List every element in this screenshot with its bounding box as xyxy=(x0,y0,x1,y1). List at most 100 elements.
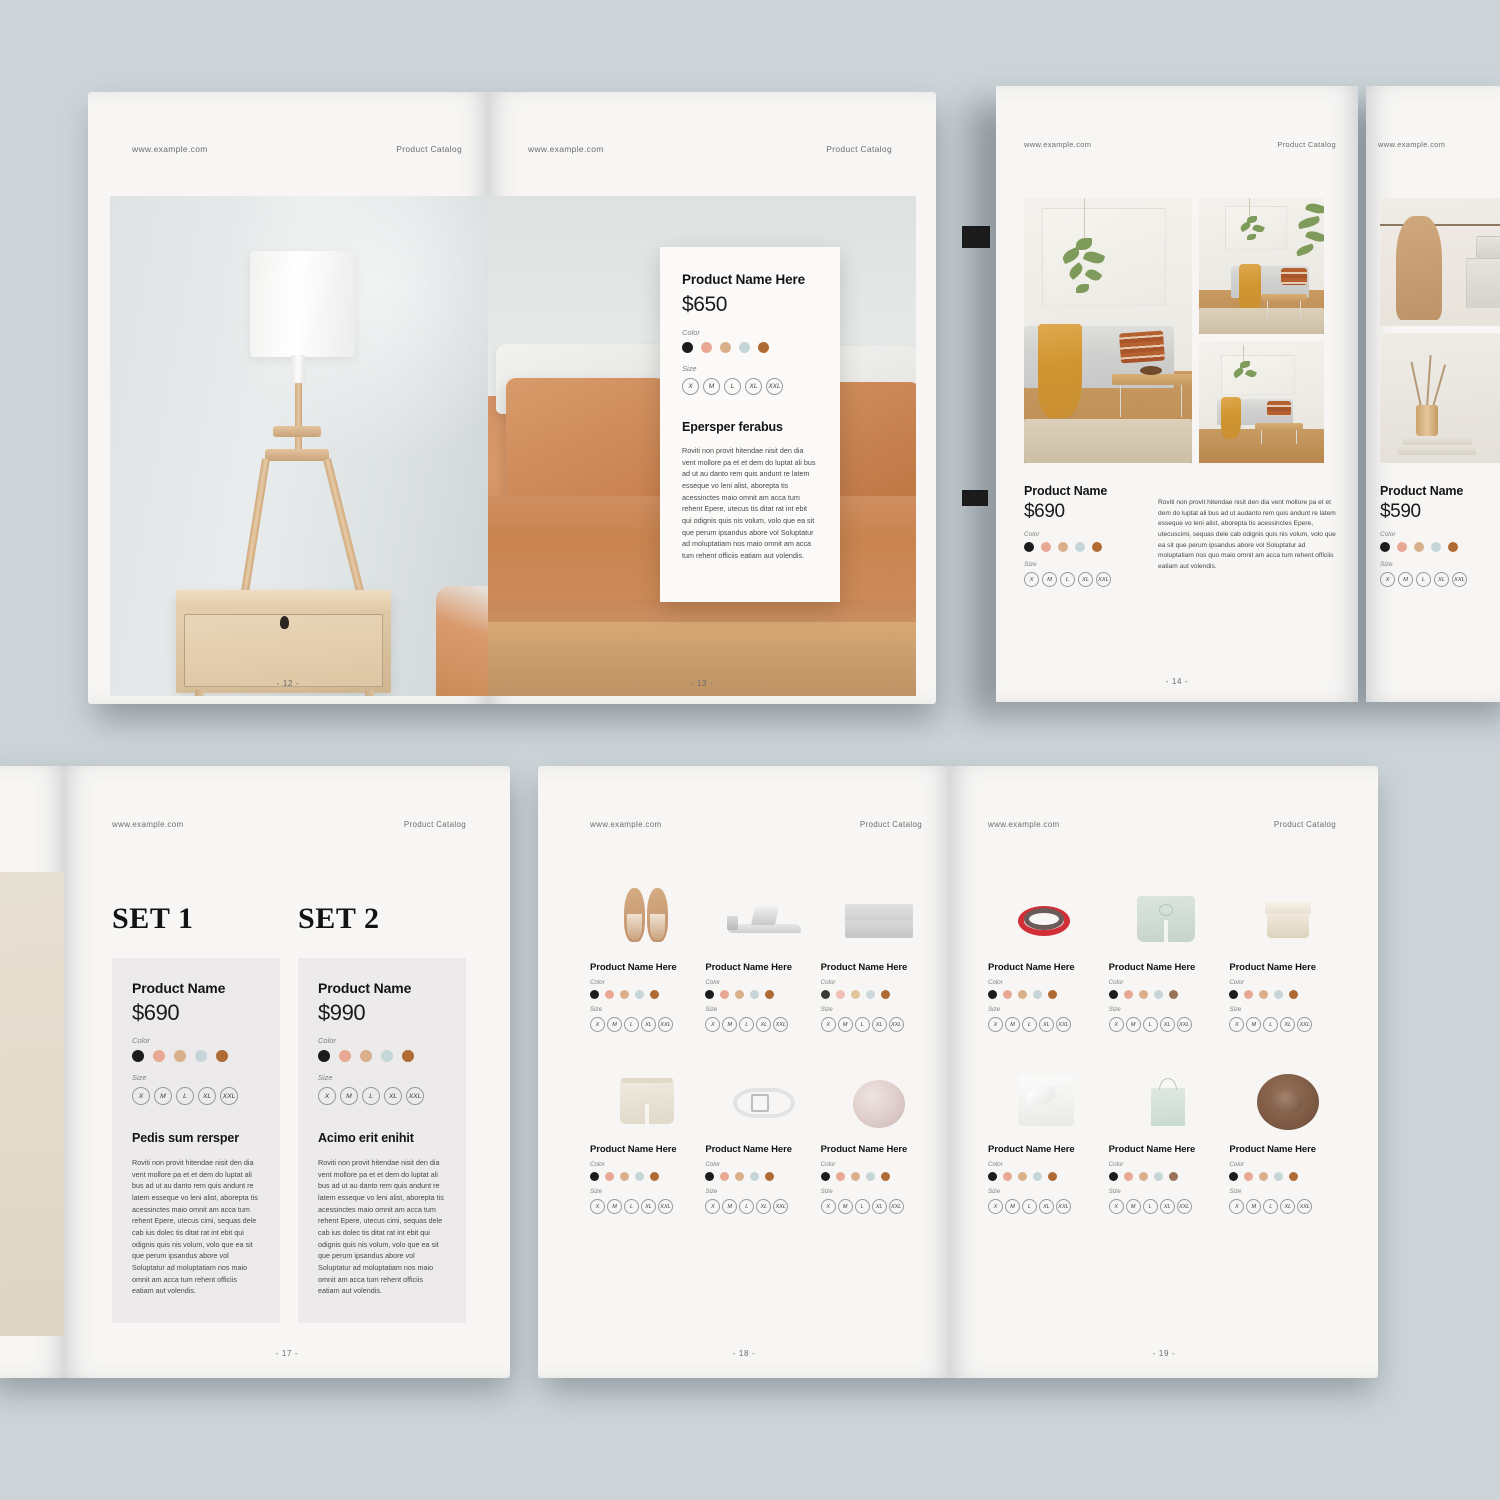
color-swatch[interactable] xyxy=(1289,1172,1299,1181)
color-swatch[interactable] xyxy=(1259,1172,1269,1181)
color-swatch[interactable] xyxy=(1003,1172,1012,1181)
size-option[interactable]: L xyxy=(624,1017,639,1032)
color-swatches[interactable] xyxy=(705,990,806,999)
size-selector[interactable]: X M L XL XXL xyxy=(1380,572,1500,587)
grid-item[interactable]: Product Name Here Color Size X M L XL XX… xyxy=(988,1052,1095,1214)
color-swatch[interactable] xyxy=(835,990,845,999)
color-swatch[interactable] xyxy=(865,1172,875,1181)
color-swatch[interactable] xyxy=(1168,1172,1178,1181)
size-option[interactable]: M xyxy=(837,1199,853,1214)
color-swatch[interactable] xyxy=(835,1172,845,1181)
size-option[interactable]: M xyxy=(1125,1017,1141,1032)
color-swatch[interactable] xyxy=(1018,990,1027,999)
color-swatch[interactable] xyxy=(865,990,875,999)
color-swatch[interactable] xyxy=(988,1172,997,1181)
color-swatches[interactable] xyxy=(318,1050,446,1062)
color-swatch[interactable] xyxy=(635,990,644,999)
color-swatch[interactable] xyxy=(132,1050,144,1062)
color-swatch[interactable] xyxy=(765,1172,775,1181)
color-swatch[interactable] xyxy=(988,990,997,999)
color-swatch[interactable] xyxy=(620,990,629,999)
color-swatch[interactable] xyxy=(735,990,745,999)
size-option[interactable]: M xyxy=(154,1087,172,1105)
color-swatch[interactable] xyxy=(1092,542,1102,552)
size-option[interactable]: XXL xyxy=(220,1087,238,1105)
color-swatch[interactable] xyxy=(1003,990,1012,999)
size-selector[interactable]: X M L XL XXL xyxy=(318,1087,446,1105)
size-option[interactable]: XL xyxy=(1280,1017,1296,1032)
color-swatches[interactable] xyxy=(1108,1172,1216,1181)
color-swatch[interactable] xyxy=(1274,1172,1284,1181)
size-option[interactable]: M xyxy=(1246,1199,1262,1214)
size-option[interactable]: L xyxy=(1263,1199,1279,1214)
size-selector[interactable]: X M L XL XXL xyxy=(1108,1199,1216,1214)
size-option[interactable]: XXL xyxy=(773,1199,789,1214)
color-swatch[interactable] xyxy=(1108,1172,1118,1181)
color-swatch[interactable] xyxy=(590,990,599,999)
size-option[interactable]: M xyxy=(1398,572,1413,587)
color-swatch[interactable] xyxy=(635,1172,644,1181)
color-swatch[interactable] xyxy=(1431,542,1441,552)
color-swatch[interactable] xyxy=(1138,1172,1148,1181)
color-swatch[interactable] xyxy=(765,990,775,999)
size-option[interactable]: M xyxy=(837,1017,853,1032)
color-swatch[interactable] xyxy=(174,1050,186,1062)
size-option[interactable]: X xyxy=(1229,1199,1245,1214)
color-swatch[interactable] xyxy=(820,990,830,999)
grid-item[interactable]: Product Name Here Color Size X M L XL XX… xyxy=(820,1052,922,1214)
size-selector[interactable]: X M L XL XXL xyxy=(682,378,818,395)
size-option[interactable]: XL xyxy=(641,1199,656,1214)
size-option[interactable]: XXL xyxy=(1096,572,1111,587)
size-option[interactable]: M xyxy=(340,1087,358,1105)
grid-item[interactable]: Product Name Here Color Size X M L XL XX… xyxy=(1108,870,1216,1032)
size-option[interactable]: L xyxy=(1022,1017,1037,1032)
color-swatch[interactable] xyxy=(153,1050,165,1062)
size-option[interactable]: XL xyxy=(756,1199,772,1214)
color-swatch[interactable] xyxy=(1058,542,1068,552)
color-swatch[interactable] xyxy=(1138,990,1148,999)
color-swatch[interactable] xyxy=(758,342,769,353)
size-option[interactable]: L xyxy=(362,1087,380,1105)
size-selector[interactable]: X M L XL XXL xyxy=(1229,1017,1336,1032)
color-swatch[interactable] xyxy=(682,342,693,353)
size-option[interactable]: L xyxy=(739,1017,755,1032)
size-option[interactable]: M xyxy=(1042,572,1057,587)
size-option[interactable]: X xyxy=(590,1017,605,1032)
size-option[interactable]: XL xyxy=(871,1017,887,1032)
color-swatch[interactable] xyxy=(216,1050,228,1062)
size-selector[interactable]: X M L XL XXL xyxy=(705,1199,806,1214)
size-option[interactable]: XL xyxy=(1078,572,1093,587)
color-swatch[interactable] xyxy=(1259,990,1269,999)
size-option[interactable]: XXL xyxy=(406,1087,424,1105)
size-option[interactable]: XXL xyxy=(888,1017,904,1032)
size-option[interactable]: XXL xyxy=(773,1017,789,1032)
color-swatch[interactable] xyxy=(1229,1172,1239,1181)
size-option[interactable]: M xyxy=(1005,1199,1020,1214)
size-selector[interactable]: X M L XL XXL xyxy=(590,1199,691,1214)
color-swatch[interactable] xyxy=(620,1172,629,1181)
color-swatch[interactable] xyxy=(750,990,760,999)
color-swatches[interactable] xyxy=(820,1172,922,1181)
size-option[interactable]: X xyxy=(988,1199,1003,1214)
size-option[interactable]: L xyxy=(739,1199,755,1214)
color-swatches[interactable] xyxy=(820,990,922,999)
color-swatch[interactable] xyxy=(1153,1172,1163,1181)
color-swatch[interactable] xyxy=(318,1050,330,1062)
color-swatch[interactable] xyxy=(720,1172,730,1181)
size-option[interactable]: X xyxy=(820,1199,836,1214)
size-option[interactable]: L xyxy=(1142,1017,1158,1032)
size-option[interactable]: XL xyxy=(1039,1199,1054,1214)
size-option[interactable]: L xyxy=(1060,572,1075,587)
color-swatch[interactable] xyxy=(360,1050,372,1062)
color-swatches[interactable] xyxy=(705,1172,806,1181)
size-option[interactable]: X xyxy=(705,1017,721,1032)
size-selector[interactable]: X M L XL XXL xyxy=(820,1199,922,1214)
size-option[interactable]: XL xyxy=(1280,1199,1296,1214)
size-option[interactable]: M xyxy=(1246,1017,1262,1032)
size-option[interactable]: X xyxy=(590,1199,605,1214)
grid-item[interactable]: Product Name Here Color Size X M L XL XX… xyxy=(1108,1052,1216,1214)
size-selector[interactable]: X M L XL XXL xyxy=(705,1017,806,1032)
size-option[interactable]: X xyxy=(1108,1017,1124,1032)
color-swatch[interactable] xyxy=(1048,990,1057,999)
color-swatch[interactable] xyxy=(381,1050,393,1062)
